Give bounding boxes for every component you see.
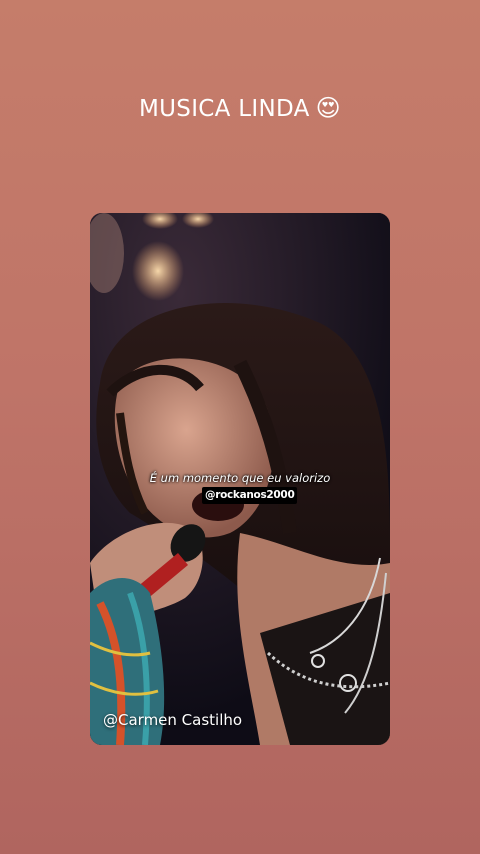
handle-tag: @rockanos2000: [202, 487, 298, 504]
story-title: MUSICA LINDA 😍: [0, 94, 480, 122]
video-card[interactable]: É um momento que eu valorizo @rockanos20…: [90, 213, 390, 745]
video-subtitle: É um momento que eu valorizo: [149, 471, 331, 485]
video-credit: @Carmen Castilho: [103, 711, 243, 729]
heart-eyes-emoji-icon: 😍: [315, 94, 341, 122]
story-title-text: MUSICA LINDA: [139, 96, 310, 122]
story-screen: { "story": { "title": "MUSICA LINDA", "t…: [0, 0, 480, 854]
